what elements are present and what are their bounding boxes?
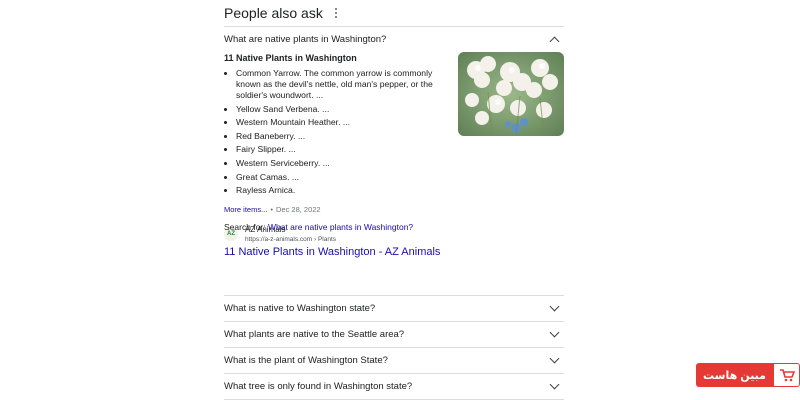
more-options-icon[interactable]: [334, 8, 337, 18]
separator-dot: •: [270, 205, 273, 214]
chevron-down-icon[interactable]: [549, 379, 560, 390]
answer-list: Common Yarrow. The common yarrow is comm…: [224, 68, 446, 199]
question-row[interactable]: What tree is only found in Washington st…: [224, 374, 564, 400]
answer-list-item: Common Yarrow. The common yarrow is comm…: [236, 68, 446, 101]
question-text: What tree is only found in Washington st…: [224, 381, 413, 392]
source-url: https://a-z-animals.com › Plants: [245, 236, 337, 243]
paa-title: People also ask: [224, 5, 323, 21]
watermark-badge: مبین هاست: [696, 363, 800, 387]
related-questions-list: What is native to Washington state? What…: [224, 295, 564, 400]
more-items-link[interactable]: More items...: [224, 205, 267, 214]
answer-panel: 11 Native Plants in Washington Common Ya…: [224, 52, 564, 258]
question-text: What is native to Washington state?: [224, 303, 376, 314]
more-items-row: More items... • Dec 28, 2022: [224, 205, 321, 214]
people-also-ask-panel: People also ask What are native plants i…: [224, 0, 564, 400]
chevron-down-icon[interactable]: [549, 301, 560, 312]
question-row[interactable]: What is the plant of Washington State?: [224, 348, 564, 374]
paa-header: People also ask: [224, 0, 564, 27]
search-for-label: Search for:: [224, 222, 266, 232]
answer-list-item: Rayless Arnica.: [236, 185, 446, 196]
chevron-up-icon[interactable]: [549, 36, 560, 46]
question-row[interactable]: What plants are native to the Seattle ar…: [224, 322, 564, 348]
open-question-row[interactable]: What are native plants in Washington?: [224, 27, 564, 52]
question-text: What plants are native to the Seattle ar…: [224, 329, 405, 340]
question-text: What is the plant of Washington State?: [224, 355, 388, 366]
result-title-link[interactable]: 11 Native Plants in Washington - AZ Anim…: [224, 246, 440, 258]
watermark-text: مبین هاست: [696, 363, 773, 387]
cart-icon: [773, 363, 800, 387]
answer-list-item: Fairy Slipper. ...: [236, 144, 446, 155]
chevron-down-icon[interactable]: [549, 353, 560, 364]
answer-title: 11 Native Plants in Washington: [224, 53, 357, 63]
search-for-link[interactable]: What are native plants in Washington?: [268, 222, 413, 232]
chevron-down-icon[interactable]: [549, 327, 560, 338]
answer-list-item: Western Mountain Heather. ...: [236, 117, 446, 128]
open-question-text: What are native plants in Washington?: [224, 34, 387, 45]
search-for-row: Search for: What are native plants in Wa…: [224, 222, 413, 232]
answer-date: Dec 28, 2022: [275, 205, 321, 214]
answer-list-item: Yellow Sand Verbena. ...: [236, 104, 446, 115]
answer-list-item: Red Baneberry. ...: [236, 131, 446, 142]
yarrow-flower-image[interactable]: [458, 52, 564, 136]
answer-list-item: Great Camas. ...: [236, 172, 446, 183]
answer-list-item: Western Serviceberry. ...: [236, 158, 446, 169]
question-row[interactable]: What is native to Washington state?: [224, 296, 564, 322]
